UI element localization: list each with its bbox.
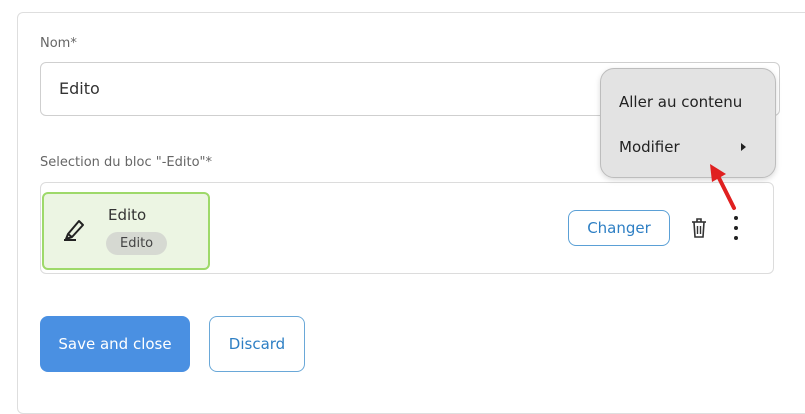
menu-item-go-to-content[interactable]: Aller au contenu <box>619 93 742 111</box>
change-block-button[interactable]: Changer <box>568 210 670 246</box>
selected-block-card[interactable]: Edito Edito <box>42 192 210 270</box>
block-context-menu: Aller au contenu Modifier <box>600 68 776 178</box>
save-and-close-button[interactable]: Save and close <box>40 316 190 372</box>
trash-icon[interactable] <box>690 217 708 239</box>
more-vertical-icon[interactable] <box>728 216 744 240</box>
menu-item-modify[interactable]: Modifier <box>619 138 680 156</box>
name-label: Nom* <box>40 36 77 51</box>
block-type-badge: Edito <box>106 232 168 255</box>
discard-button[interactable]: Discard <box>209 316 305 372</box>
block-title: Edito <box>108 206 147 224</box>
pen-icon <box>64 220 84 241</box>
annotation-arrow-icon <box>710 164 736 210</box>
block-selection-label: Selection du bloc "-Edito"* <box>40 155 213 170</box>
submenu-caret-icon <box>741 143 746 151</box>
